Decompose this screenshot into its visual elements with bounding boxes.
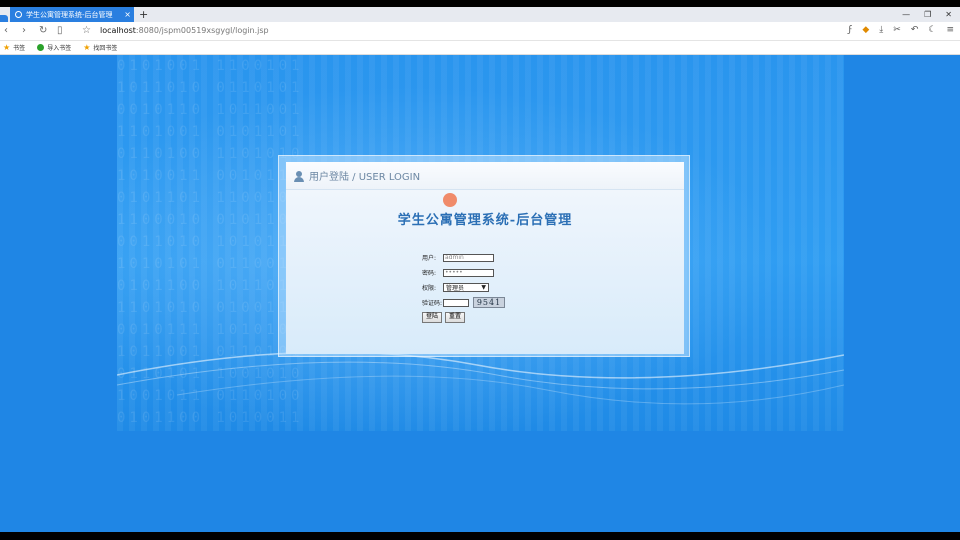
address-bar: ‹ › ↻ ▯ ☆ localhost:8080/jspm00519xsgygl…	[0, 22, 960, 41]
game-icon[interactable]: ◆	[862, 25, 869, 35]
login-panel-frame: 用户登陆 / USER LOGIN 学生公寓管理系统-后台管理 用户: admi…	[278, 155, 690, 357]
cut-icon[interactable]: ✂	[893, 25, 901, 35]
star-icon: ★	[3, 43, 11, 52]
username-row: 用户: admin	[422, 250, 505, 265]
bookmark-label: 书签	[13, 45, 26, 52]
back-icon[interactable]: ‹	[4, 25, 8, 36]
system-title: 学生公寓管理系统-后台管理	[397, 213, 573, 228]
captcha-label: 验证码:	[422, 300, 443, 307]
url-host: localhost	[100, 26, 136, 35]
reader-icon[interactable]: ▯	[57, 25, 63, 36]
password-input[interactable]: •••••	[443, 268, 494, 277]
user-icon	[294, 170, 304, 182]
mouse-cursor-highlight	[443, 193, 457, 207]
username-label: 用户:	[422, 255, 437, 262]
bookmark-label: 找回书签	[93, 45, 118, 52]
download-icon[interactable]: ⤓	[879, 25, 883, 35]
night-mode-icon[interactable]: ☾	[928, 25, 936, 35]
bookmarks-bar: ★ 书签 导入书签 ★ 找回书签	[0, 41, 960, 55]
undo-icon[interactable]: ↶	[911, 25, 919, 35]
tab-title: 学生公寓管理系统-后台管理	[26, 10, 113, 19]
captcha-row: 验证码: 9541	[422, 295, 505, 310]
bookmark-item[interactable]: ★ 找回书签	[83, 43, 117, 52]
window-controls: — ❐ ✕	[902, 7, 952, 22]
minimize-icon[interactable]: —	[902, 7, 910, 22]
username-input[interactable]: admin	[443, 253, 494, 262]
close-window-icon[interactable]: ✕	[945, 7, 952, 22]
login-form: 用户: admin 密码: ••••• 权限: 管理员 ▼ 验证码: 9541 …	[422, 250, 505, 325]
password-row: 密码: •••••	[422, 265, 505, 280]
restore-icon[interactable]: ❐	[924, 7, 931, 22]
bookmark-label: 导入书签	[47, 45, 72, 52]
globe-icon	[15, 11, 22, 18]
page-content: 0101001 1100101 1011010 0110101 0010110 …	[0, 55, 960, 532]
role-row: 权限: 管理员 ▼	[422, 280, 505, 295]
role-selected: 管理员	[446, 285, 465, 292]
import-icon	[37, 44, 45, 51]
new-tab-button[interactable]: +	[139, 7, 148, 22]
captcha-input[interactable]	[443, 298, 469, 307]
button-row: 登陆 重置	[422, 310, 505, 325]
role-select[interactable]: 管理员 ▼	[443, 283, 489, 292]
refresh-icon[interactable]: ↻	[39, 25, 47, 36]
active-tab[interactable]: 学生公寓管理系统-后台管理 ×	[10, 7, 134, 22]
login-header-title: 用户登陆 / USER LOGIN	[309, 172, 421, 183]
reset-button[interactable]: 重置	[445, 312, 466, 323]
login-button[interactable]: 登陆	[422, 312, 443, 323]
star-icon[interactable]: ☆	[82, 25, 91, 36]
tab-close-button[interactable]: ×	[124, 10, 131, 19]
flash-icon[interactable]: ϝ	[848, 25, 852, 35]
login-panel: 用户登陆 / USER LOGIN 学生公寓管理系统-后台管理 用户: admi…	[286, 162, 684, 354]
bookmark-item[interactable]: ★ 书签	[3, 43, 25, 52]
bookmark-item[interactable]: 导入书签	[37, 43, 71, 52]
screen-bottom-edge	[0, 532, 960, 540]
dropdown-arrow-icon: ▼	[481, 284, 486, 291]
role-label: 权限:	[422, 285, 437, 292]
screen-top-edge	[0, 0, 960, 7]
url-path: :8080/jspm00519xsgygl/login.jsp	[135, 26, 269, 35]
menu-icon[interactable]: ≡	[946, 25, 954, 35]
captcha-image[interactable]: 9541	[473, 297, 505, 308]
login-header: 用户登陆 / USER LOGIN	[286, 162, 684, 190]
tab-bar: 学生公寓管理系统-后台管理 × + — ❐ ✕	[0, 7, 960, 27]
toolbar-right: ϝ ◆ ⤓ ✂ ↶ ☾ ≡	[848, 25, 954, 35]
forward-icon[interactable]: ›	[22, 25, 26, 36]
star-icon: ★	[83, 43, 91, 52]
password-label: 密码:	[422, 270, 437, 277]
url-field[interactable]: localhost:8080/jspm00519xsgygl/login.jsp	[100, 26, 269, 35]
